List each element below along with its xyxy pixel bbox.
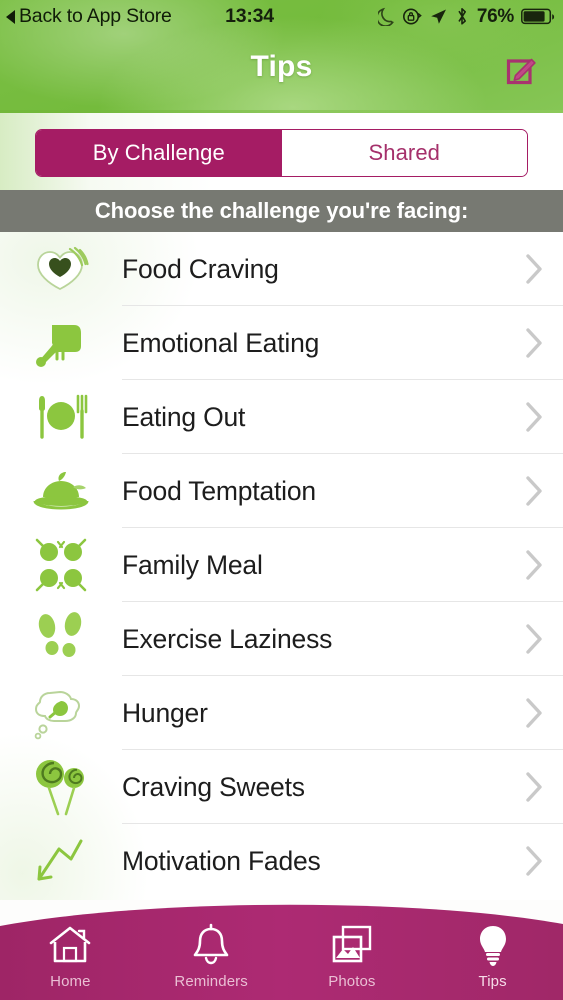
location-arrow-icon	[431, 9, 446, 24]
photos-icon	[332, 925, 372, 963]
lollipops-icon	[0, 750, 122, 824]
chevron-right-icon	[505, 622, 563, 656]
app-screen: Back to App Store 13:34 76% Tips By Chal…	[0, 0, 563, 1000]
lightbulb-icon	[479, 926, 506, 966]
tab-reminders-label: Reminders	[174, 973, 248, 990]
segmented-control[interactable]: By Challenge Shared	[35, 129, 528, 177]
moon-icon	[377, 7, 394, 26]
chevron-right-icon	[505, 252, 563, 286]
list-item[interactable]: Food Temptation	[0, 454, 563, 528]
segmented-control-area: By Challenge Shared	[0, 113, 563, 190]
chevron-right-icon	[505, 548, 563, 582]
chevron-right-icon	[505, 400, 563, 434]
compose-edit-icon	[506, 58, 536, 85]
plate-cutlery-icon	[0, 380, 122, 454]
tab-photos[interactable]: Photos	[282, 916, 423, 1000]
list-item[interactable]: Food Craving	[0, 232, 563, 306]
four-plates-icon	[0, 528, 122, 602]
list-item[interactable]: Hunger	[0, 676, 563, 750]
tab-by-challenge-label: By Challenge	[92, 140, 225, 165]
chevron-right-icon	[505, 770, 563, 804]
rotation-lock-icon	[402, 8, 422, 25]
green-header-background: Back to App Store 13:34 76% Tips	[0, 0, 563, 113]
tab-reminders[interactable]: Reminders	[141, 916, 282, 1000]
list-item-label: Hunger	[122, 697, 208, 728]
chevron-right-icon	[505, 696, 563, 730]
section-header-label: Choose the challenge you're facing:	[94, 198, 469, 223]
footprints-icon	[0, 602, 122, 676]
list-item[interactable]: Exercise Laziness	[0, 602, 563, 676]
list-item-label: Eating Out	[122, 401, 246, 432]
tab-photos-label: Photos	[328, 973, 376, 990]
list-item-label: Emotional Eating	[122, 327, 320, 358]
section-header: Choose the challenge you're facing:	[0, 190, 563, 232]
list-item-label: Food Temptation	[122, 475, 316, 506]
hand-mixer-icon	[0, 306, 122, 380]
list-item-label: Food Craving	[122, 253, 279, 284]
house-icon	[50, 926, 91, 963]
list-item[interactable]: Craving Sweets	[0, 750, 563, 824]
compose-edit-button[interactable]	[501, 50, 541, 90]
thought-bubble-food-icon	[0, 676, 122, 750]
tab-by-challenge[interactable]: By Challenge	[36, 130, 282, 176]
roast-turkey-icon	[0, 454, 122, 528]
page-title: Tips	[250, 50, 313, 83]
battery-percent-label: 76%	[476, 5, 514, 27]
tab-tips-label: Tips	[478, 973, 507, 990]
bluetooth-icon	[458, 8, 466, 25]
list-item-label: Craving Sweets	[122, 771, 305, 802]
tab-tips[interactable]: Tips	[422, 916, 563, 1000]
chevron-right-icon	[505, 844, 563, 878]
list-item[interactable]: Motivation Fades	[0, 824, 563, 898]
tab-bar: Home Reminders Photos Tips	[0, 890, 563, 1000]
tab-shared-label: Shared	[368, 140, 441, 165]
declining-arrow-icon	[0, 824, 122, 898]
list-item-label: Exercise Laziness	[122, 623, 333, 654]
list-item[interactable]: Eating Out	[0, 380, 563, 454]
list-item[interactable]: Emotional Eating	[0, 306, 563, 380]
tab-shared[interactable]: Shared	[281, 130, 527, 176]
status-bar: Back to App Store 13:34 76%	[0, 0, 563, 33]
bell-icon	[193, 923, 229, 965]
list-item-label: Motivation Fades	[122, 845, 321, 876]
list-item-label: Family Meal	[122, 549, 263, 580]
challenge-list: Food Craving Emotional Eating Eating Out…	[0, 232, 563, 900]
list-item[interactable]: Family Meal	[0, 528, 563, 602]
status-bar-icons: 76%	[377, 0, 555, 33]
tab-home[interactable]: Home	[0, 916, 141, 1000]
battery-icon	[521, 8, 555, 25]
chevron-right-icon	[505, 474, 563, 508]
tab-home-label: Home	[50, 973, 91, 990]
chevron-right-icon	[505, 326, 563, 360]
apple-heart-icon	[0, 232, 122, 306]
